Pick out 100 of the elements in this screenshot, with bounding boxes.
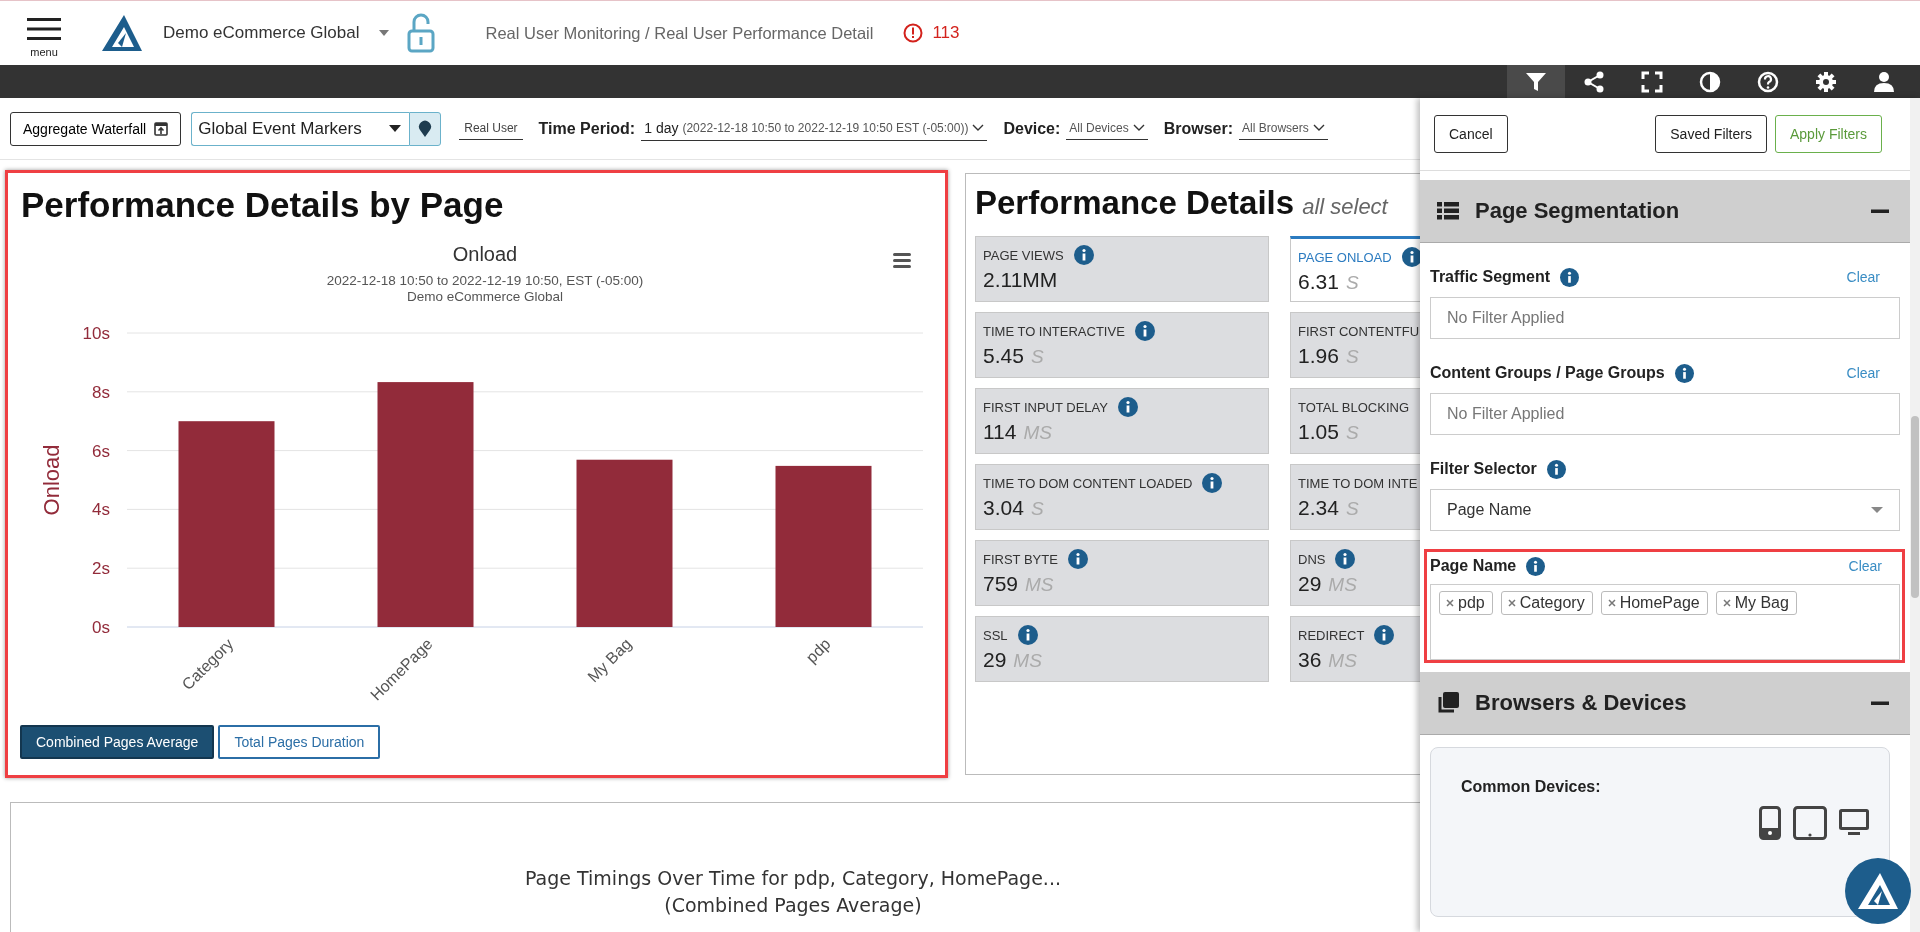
info-icon[interactable] — [1335, 549, 1356, 569]
devices-label: Common Devices: — [1461, 778, 1602, 796]
remove-icon[interactable] — [1446, 599, 1454, 607]
scrollbar[interactable] — [1911, 416, 1919, 598]
view-toggle-button[interactable]: Combined Pages Average — [20, 725, 215, 759]
alert-count[interactable]: 113 — [932, 23, 960, 43]
event-markers-dropdown[interactable]: Global Event Markers — [191, 111, 410, 146]
remove-icon[interactable] — [1607, 599, 1616, 607]
y-axis-label: Onload — [39, 444, 64, 516]
chart-title: Page Timings Over Time for pdp, Category, HomePage... — [524, 866, 1062, 891]
filter-label: Traffic Segment — [1430, 268, 1551, 286]
y-tick-label: 0s — [92, 618, 110, 637]
metric-label: FIRST BYTE — [983, 551, 1058, 567]
y-tick-label: 4s — [92, 500, 110, 520]
share-icon — [1583, 70, 1605, 93]
menu-button[interactable]: menu — [22, 8, 66, 58]
chevron-down-icon — [1312, 124, 1325, 132]
filter-input[interactable]: No Filter Applied — [1430, 393, 1900, 435]
info-icon[interactable] — [1134, 321, 1155, 341]
menu-icon — [27, 16, 61, 41]
tag-chip[interactable]: My Bag — [1715, 591, 1797, 615]
info-icon[interactable] — [1546, 459, 1566, 479]
section-title: Browsers & Devices — [1475, 690, 1687, 716]
phone-icon[interactable] — [1759, 806, 1781, 840]
metric-label: TIME TO DOM CONTENT LOADED — [983, 475, 1193, 491]
device-dropdown[interactable]: All Devices — [1066, 117, 1148, 140]
metric-label: FIRST CONTENTFU — [1298, 323, 1420, 339]
metric-label: PAGE VIEWS — [983, 247, 1064, 263]
apply-button[interactable]: Apply Filters — [1774, 115, 1882, 153]
time-period-dropdown[interactable]: 1 day (2022-12-18 10:50 to 2022-12-19 10:50 EST (-05:00)) — [641, 116, 988, 141]
metric-value: 759 — [983, 572, 1019, 596]
metric-label: SSL — [983, 627, 1008, 643]
remove-icon[interactable] — [1722, 599, 1731, 607]
metric-label: TIME TO INTERACTIVE — [983, 323, 1125, 339]
info-icon[interactable] — [1374, 625, 1395, 645]
chevron-down-icon — [972, 124, 985, 132]
unlocked-padlock-icon[interactable] — [405, 13, 436, 53]
info-icon[interactable] — [1202, 473, 1223, 493]
breadcrumb: Real User Monitoring / Real User Performance Detail — [485, 23, 874, 43]
card-title: Performance Details — [975, 184, 1295, 222]
monitor-icon[interactable] — [1839, 809, 1869, 837]
section-header[interactable]: Browsers & Devices — [1420, 672, 1910, 735]
section-header[interactable]: Page Segmentation — [1420, 180, 1910, 243]
clear-link[interactable]: Clear — [1846, 269, 1880, 285]
info-icon[interactable] — [1560, 267, 1580, 287]
remove-icon[interactable] — [1507, 599, 1516, 607]
info-icon[interactable] — [1073, 245, 1094, 265]
chevron-down-icon — [1132, 124, 1145, 132]
browser-dropdown[interactable]: All Browsers — [1239, 117, 1328, 140]
card-subtitle: all select — [1302, 194, 1388, 220]
metric-value: 1.05 — [1298, 420, 1339, 444]
cancel-button[interactable]: Cancel — [1434, 115, 1508, 153]
metric-value: 3.04 — [983, 496, 1024, 520]
export-icon — [154, 121, 169, 136]
info-icon[interactable] — [1017, 625, 1038, 645]
metric-label: PAGE ONLOAD — [1298, 249, 1392, 265]
logo-icon — [100, 13, 144, 53]
tablet-icon[interactable] — [1793, 806, 1827, 840]
chart-menu-icon[interactable] — [893, 253, 911, 268]
x-tick-label: My Bag — [584, 635, 635, 686]
metric-tile[interactable]: PAGE VIEWS 2.11MM — [975, 236, 1269, 302]
filter-icon — [1525, 70, 1547, 93]
tag-chip[interactable]: Category — [1500, 591, 1593, 615]
view-toggle-button[interactable]: Total Pages Duration — [218, 725, 381, 759]
info-icon[interactable] — [1674, 363, 1694, 383]
filter-selector-dropdown[interactable]: Page Name — [1430, 489, 1900, 531]
settings-icon — [1815, 70, 1837, 93]
map-pin-button[interactable] — [409, 111, 442, 146]
tag-chip[interactable]: pdp — [1439, 591, 1493, 615]
data-source-link[interactable]: Real User — [459, 117, 523, 140]
chart-subtitle: 2022-12-18 10:50 to 2022-12-19 10:50, EST (-05:00) — [326, 273, 644, 288]
card-title: Performance Details by Page — [20, 184, 505, 226]
saved-filters-button[interactable]: Saved Filters — [1655, 115, 1767, 153]
metric-value: 6.31 — [1298, 270, 1339, 294]
clear-link[interactable]: Clear — [1848, 558, 1882, 574]
metric-value: 2.34 — [1298, 496, 1339, 520]
info-icon[interactable] — [1118, 397, 1138, 417]
metric-unit: S — [1345, 272, 1359, 294]
chart-title: (Combined Pages Average) — [663, 893, 923, 918]
info-icon[interactable] — [1067, 549, 1088, 569]
caret-icon[interactable] — [377, 29, 390, 37]
metric-label: TIME TO DOM INTE — [1298, 475, 1418, 491]
field-label: Device: — [1003, 119, 1061, 138]
list-icon — [1437, 202, 1459, 220]
tag-input[interactable]: pdp Category HomePage My Bag — [1430, 584, 1900, 660]
clear-link[interactable]: Clear — [1846, 365, 1880, 381]
info-icon[interactable] — [1526, 556, 1546, 576]
alert-icon[interactable] — [903, 23, 924, 43]
filter-label: Content Groups / Page Groups — [1430, 364, 1665, 382]
metric-tile[interactable]: PAGE ONLOAD 6.31 S — [1290, 236, 1420, 302]
caret-icon — [1871, 506, 1883, 514]
y-tick-label: 2s — [92, 559, 110, 579]
field-label: Time Period: — [538, 119, 636, 138]
filter-input[interactable]: No Filter Applied — [1430, 297, 1900, 339]
account-selector[interactable]: Demo eCommerce Global — [163, 23, 360, 43]
copy-icon — [1437, 692, 1459, 714]
tag-chip[interactable]: HomePage — [1600, 591, 1708, 615]
aggregate-waterfall-button[interactable]: Aggregate Waterfall — [10, 111, 182, 146]
filter-toolbar-button[interactable] — [1507, 65, 1565, 98]
info-icon[interactable] — [1401, 247, 1420, 267]
